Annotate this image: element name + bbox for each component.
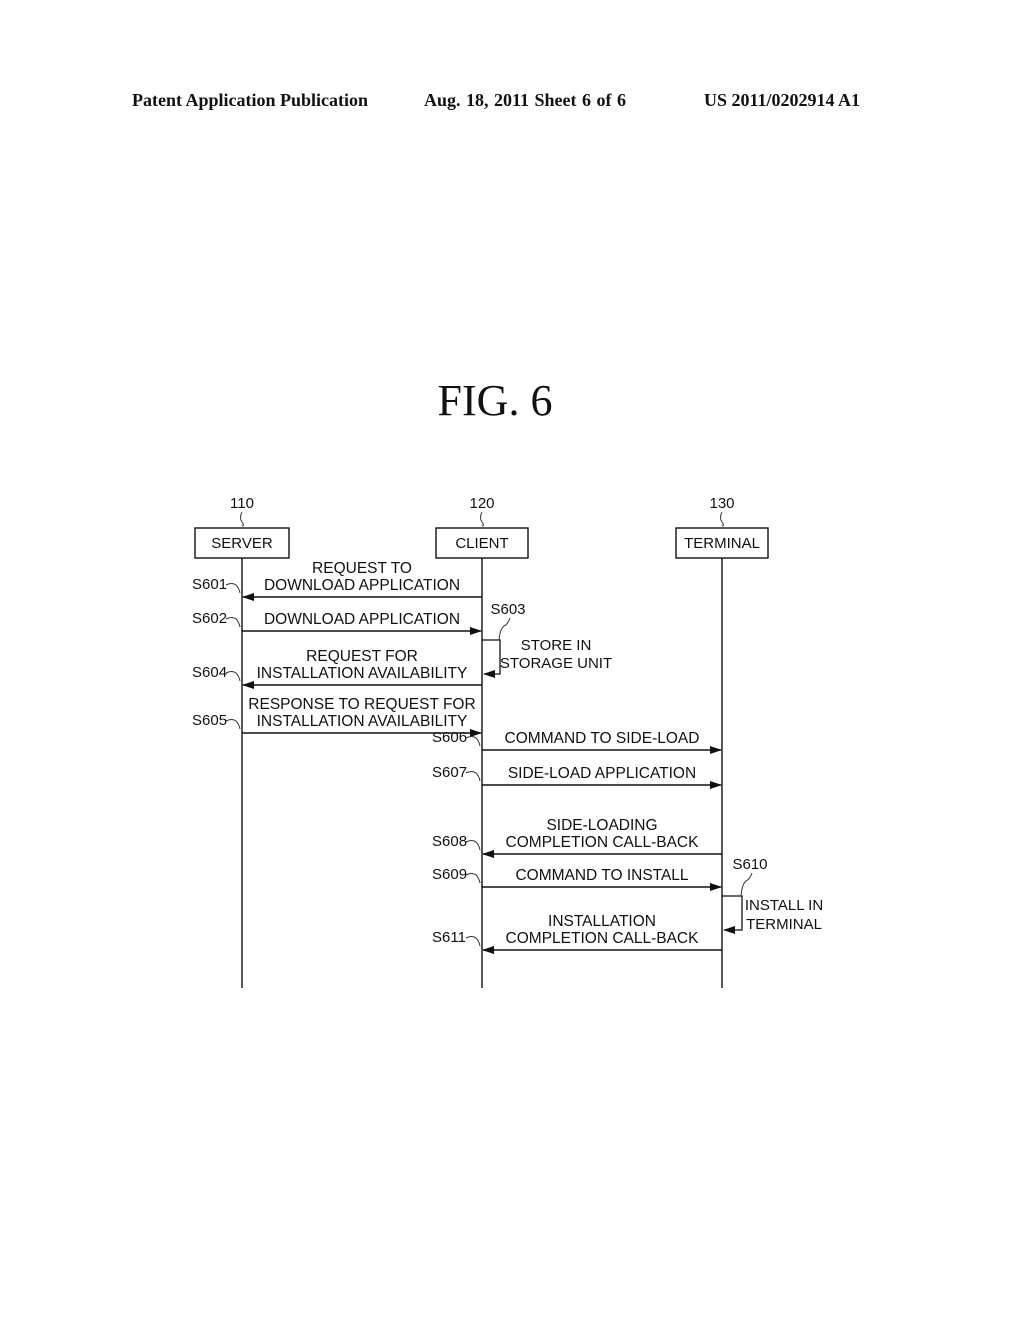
- terminal-label: TERMINAL: [684, 535, 760, 552]
- message-label-s611: INSTALLATION: [548, 913, 656, 930]
- step-leader-s610: [740, 872, 753, 897]
- step-leader-s607: [465, 771, 481, 782]
- step-id-s610: S610: [732, 856, 767, 873]
- step-leader-s606: [465, 736, 481, 747]
- step-id-s604: S604: [192, 664, 227, 681]
- step-leader-s608: [465, 840, 481, 851]
- self-loop-arrow-s610: [722, 895, 743, 934]
- client-leader-line: [480, 511, 484, 527]
- step-id-s611: S611: [432, 929, 466, 946]
- terminal-leader-line: [720, 511, 724, 527]
- message-label-s607: SIDE-LOAD APPLICATION: [508, 765, 696, 782]
- message-label-s601: REQUEST TO: [312, 560, 412, 577]
- step-label-s610: INSTALL IN: [745, 897, 823, 914]
- step-label-s603: STORE IN: [521, 637, 592, 654]
- client-label: CLIENT: [455, 535, 508, 552]
- server-leader-line: [240, 511, 244, 527]
- message-label-s602: DOWNLOAD APPLICATION: [264, 611, 460, 628]
- message-label-s605: RESPONSE TO REQUEST FOR: [248, 696, 475, 713]
- step-id-s605: S605: [192, 712, 227, 729]
- step-leader-s609: [465, 873, 481, 884]
- step-id-s609: S609: [432, 866, 467, 883]
- message-label-s608: SIDE-LOADING: [546, 817, 657, 834]
- step-leader-s604: [225, 671, 241, 682]
- step-leader-s611: [465, 936, 481, 947]
- message-label-s608: COMPLETION CALL-BACK: [506, 834, 700, 851]
- client-reference-number: 120: [469, 495, 494, 512]
- sequence-diagram: 110SERVER120CLIENT130TERMINALREQUEST TOD…: [192, 495, 823, 988]
- step-id-s606: S606: [432, 729, 467, 746]
- terminal-reference-number: 130: [709, 495, 734, 512]
- step-leader-s602: [225, 617, 241, 628]
- step-leader-s603: [498, 617, 511, 641]
- step-label-s610: TERMINAL: [746, 916, 822, 933]
- message-label-s611: COMPLETION CALL-BACK: [506, 930, 700, 947]
- step-leader-s601: [225, 583, 241, 594]
- step-id-s608: S608: [432, 833, 467, 850]
- server-label: SERVER: [211, 535, 273, 552]
- message-label-s604: REQUEST FOR: [306, 648, 418, 665]
- message-label-s604: INSTALLATION AVAILABILITY: [257, 665, 468, 682]
- message-label-s609: COMMAND TO INSTALL: [515, 867, 688, 884]
- step-id-s602: S602: [192, 610, 227, 627]
- step-id-s607: S607: [432, 764, 467, 781]
- step-leader-s605: [225, 719, 241, 730]
- server-reference-number: 110: [230, 495, 254, 512]
- self-loop-arrow-s603: [482, 639, 501, 678]
- message-label-s605: INSTALLATION AVAILABILITY: [257, 713, 468, 730]
- step-id-s601: S601: [192, 576, 227, 593]
- message-label-s606: COMMAND TO SIDE-LOAD: [505, 730, 700, 747]
- step-id-s603: S603: [490, 601, 525, 618]
- message-label-s601: DOWNLOAD APPLICATION: [264, 577, 460, 594]
- step-label-s603: STORAGE UNIT: [500, 655, 612, 672]
